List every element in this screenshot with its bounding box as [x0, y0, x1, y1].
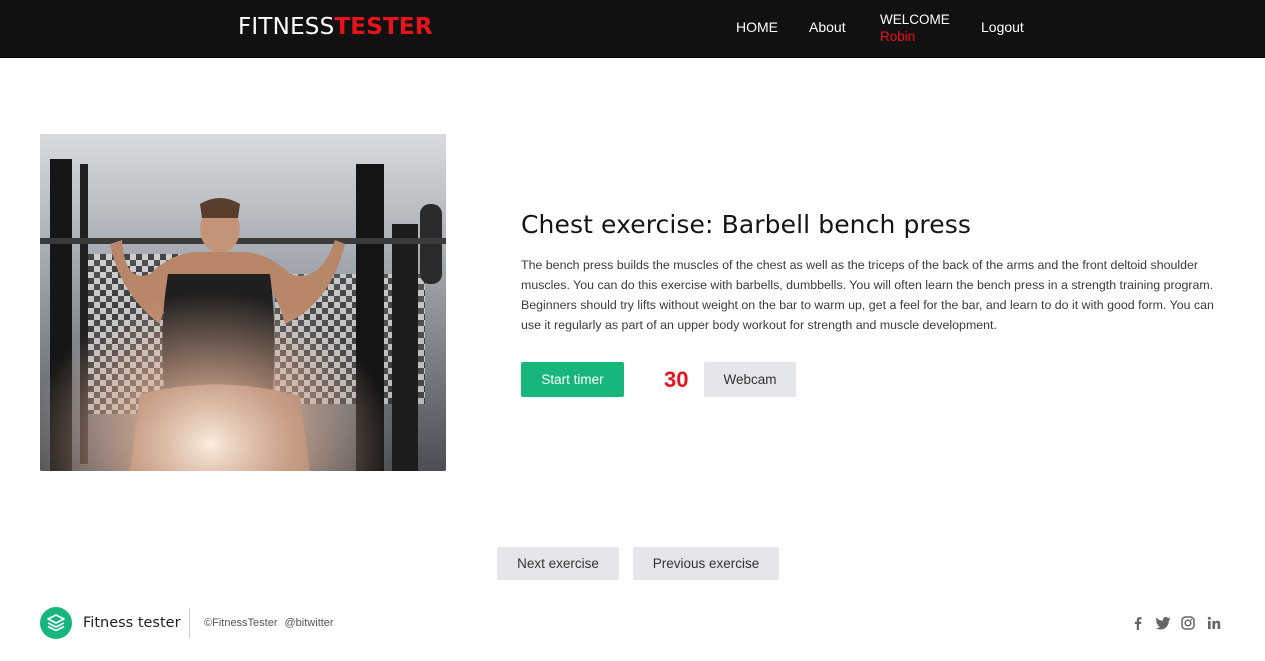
exercise-title: Chest exercise: Barbell bench press [521, 210, 971, 239]
nav-logout-link[interactable]: Logout [981, 19, 1024, 36]
exercise-image [40, 134, 446, 471]
welcome-user: WELCOME Robin [880, 11, 950, 45]
timer-countdown: 30 [664, 367, 689, 392]
layers-icon [47, 614, 65, 632]
twitter-icon[interactable] [1154, 614, 1172, 632]
webcam-button[interactable]: Webcam [704, 362, 796, 397]
facebook-icon[interactable] [1129, 614, 1147, 632]
welcome-label: WELCOME [880, 12, 950, 27]
start-timer-button[interactable]: Start timer [521, 362, 624, 397]
next-exercise-button[interactable]: Next exercise [497, 547, 619, 580]
twitter-handle[interactable]: @bitwitter [285, 617, 334, 629]
footer-brand-name: Fitness tester [83, 615, 181, 631]
footer-copyright: ©FitnessTester @bitwitter [204, 616, 334, 630]
logo-text-fitness: FITNESS [238, 14, 335, 40]
logo-text-tester: TESTER [334, 14, 433, 40]
footer-logo-icon[interactable] [40, 607, 72, 639]
bench-press-photo [40, 134, 446, 471]
exercise-description: The bench press builds the muscles of th… [521, 258, 1214, 332]
site-logo[interactable]: FITNESSTESTER [238, 12, 433, 42]
username-label: Robin [880, 29, 916, 44]
nav-home-link[interactable]: HOME [736, 19, 778, 36]
nav-about-link[interactable]: About [809, 19, 846, 36]
instagram-icon[interactable] [1179, 614, 1197, 632]
previous-exercise-button[interactable]: Previous exercise [633, 547, 779, 580]
top-navbar: FITNESSTESTER HOME About WELCOME Robin L… [0, 0, 1265, 58]
footer-divider [189, 608, 190, 638]
linkedin-icon[interactable] [1205, 614, 1223, 632]
copyright-text: ©FitnessTester [204, 617, 278, 629]
